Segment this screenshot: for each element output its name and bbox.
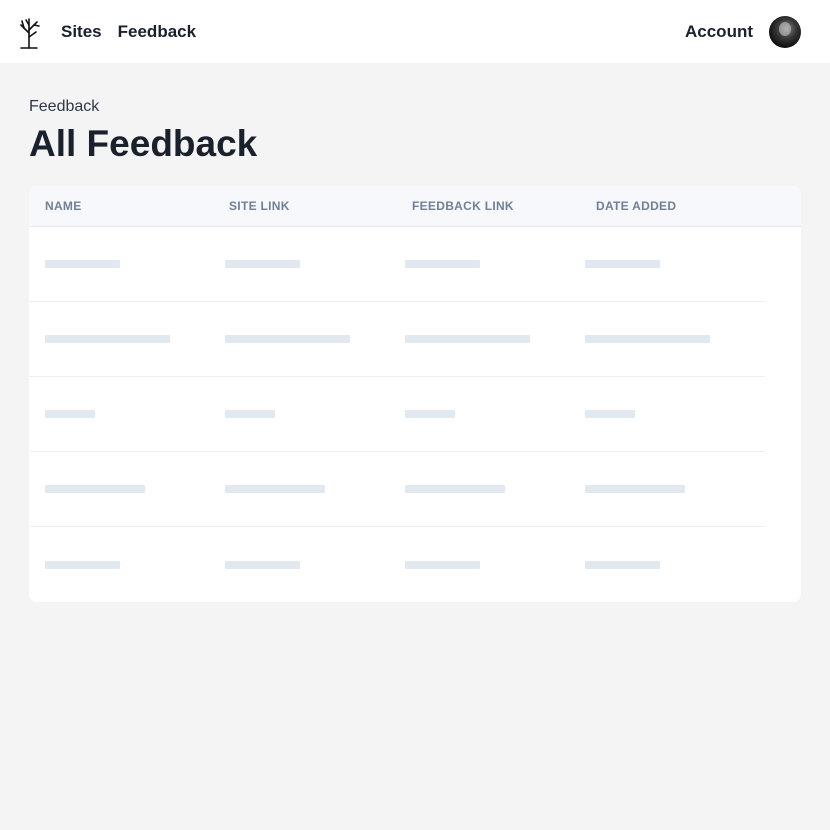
skeleton-bar xyxy=(45,335,170,343)
table-header-row: Name Site Link Feedback Link Date Added xyxy=(29,186,801,227)
skeleton-bar xyxy=(584,260,660,268)
tree-logo-icon[interactable] xyxy=(16,15,42,49)
skeleton-bar xyxy=(404,335,530,343)
column-header-feedback-link: Feedback Link xyxy=(412,199,514,213)
column-header-site-link: Site Link xyxy=(229,199,290,213)
skeleton-row xyxy=(29,377,765,452)
page-title: All Feedback xyxy=(29,123,258,164)
skeleton-row xyxy=(29,452,765,527)
breadcrumb[interactable]: Feedback xyxy=(29,98,801,116)
skeleton-row xyxy=(29,227,765,302)
skeleton-bar xyxy=(404,260,480,268)
skeleton-bar xyxy=(404,560,480,569)
skeleton-bar xyxy=(404,485,505,493)
nav-feedback-link[interactable]: Feedback xyxy=(118,22,196,42)
nav-sites-link[interactable]: Sites xyxy=(61,22,102,42)
column-header-date-added: Date Added xyxy=(596,199,677,213)
skeleton-bar xyxy=(225,560,301,569)
skeleton-row xyxy=(29,527,765,602)
skeleton-bar xyxy=(225,485,326,493)
skeleton-bar xyxy=(404,410,455,418)
skeleton-bar xyxy=(225,410,276,418)
skeleton-bar xyxy=(45,410,95,418)
feedback-table: Name Site Link Feedback Link Date Added xyxy=(29,186,801,602)
skeleton-row xyxy=(29,302,765,377)
skeleton-bar xyxy=(45,560,120,569)
skeleton-bar xyxy=(45,485,145,493)
skeleton-bar xyxy=(45,260,120,268)
account-link[interactable]: Account xyxy=(685,22,753,42)
main-content: Feedback All Feedback Name Site Link Fee… xyxy=(29,63,801,602)
skeleton-bar xyxy=(584,560,660,569)
skeleton-bar xyxy=(225,335,351,343)
top-navigation-bar: Sites Feedback Account xyxy=(0,0,830,63)
skeleton-bar xyxy=(584,410,635,418)
skeleton-bar xyxy=(584,335,710,343)
column-header-name: Name xyxy=(45,199,82,213)
skeleton-bar xyxy=(225,260,301,268)
user-avatar[interactable] xyxy=(769,15,801,48)
skeleton-bar xyxy=(584,485,685,493)
